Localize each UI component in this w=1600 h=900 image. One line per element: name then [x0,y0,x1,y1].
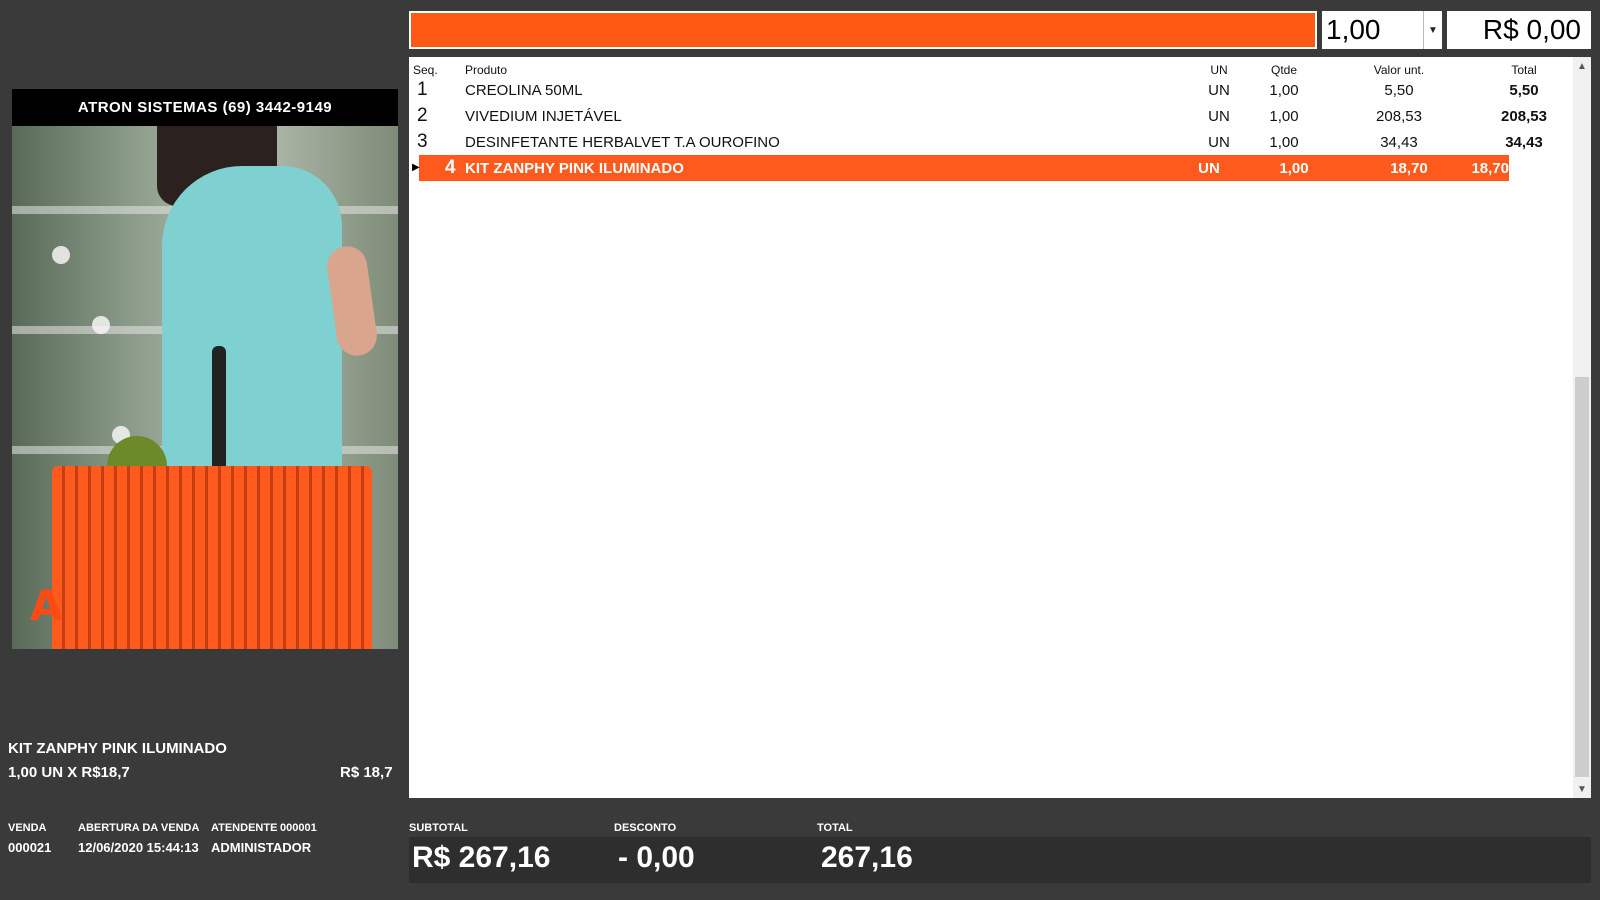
cell-valor-unit: 5,50 [1384,81,1414,99]
cell-total: 18,70 [1471,159,1509,177]
cell-seq: 2 [417,105,428,126]
row-pointer-icon: ▶ [412,162,420,173]
chevron-down-icon[interactable]: ▼ [1423,11,1442,49]
cell-produto: VIVEDIUM INJETÁVEL [465,107,622,125]
venda-value: 000021 [8,840,52,855]
unit-price-display: R$ 0,00 [1447,11,1591,49]
cell-un: UN [1208,81,1230,99]
quantity-value: 1,00 [1326,14,1381,45]
cell-produto: KIT ZANPHY PINK ILUMINADO [465,159,684,177]
cell-qtde: 1,00 [1269,133,1299,151]
table-row[interactable]: 1 CREOLINA 50ML UN 1,00 5,50 5,50 [409,77,1567,103]
cell-produto: CREOLINA 50ML [465,81,583,99]
cell-seq: 3 [417,131,428,152]
current-item-name: KIT ZANPHY PINK ILUMINADO [8,740,227,757]
cell-qtde: 1,00 [1269,81,1299,99]
totals-bar [409,837,1591,883]
cell-qtde: 1,00 [1279,159,1309,177]
cell-qtde: 1,00 [1269,107,1299,125]
abertura-label: ABERTURA DA VENDA [78,822,200,834]
quantity-select[interactable]: 1,00 ▼ [1322,11,1442,49]
barcode-input[interactable] [409,11,1317,49]
cell-valor-unit: 208,53 [1376,107,1422,125]
cell-total: 208,53 [1501,107,1547,125]
scroll-down-icon[interactable]: ▼ [1573,780,1591,798]
table-row-selected[interactable]: ▶ 4 KIT ZANPHY PINK ILUMINADO UN 1,00 18… [412,155,1509,181]
cell-un: UN [1208,133,1230,151]
atendente-code: 000001 [280,822,317,834]
cell-un: UN [1208,107,1230,125]
vertical-scrollbar[interactable]: ▲ ▼ [1573,57,1591,798]
cell-seq: 1 [417,79,428,100]
scroll-thumb[interactable] [1575,377,1589,777]
desconto-label: DESCONTO [614,822,677,834]
total-label: TOTAL [817,822,853,834]
cell-total: 34,43 [1505,133,1543,151]
ad-header: ATRON SISTEMAS (69) 3442-9149 [12,89,398,126]
table-row[interactable]: 2 VIVEDIUM INJETÁVEL UN 1,00 208,53 208,… [409,103,1567,129]
scroll-up-icon[interactable]: ▲ [1573,57,1591,75]
atron-logo-icon: A [30,581,63,630]
current-item-qty-line: 1,00 UN X R$18,7 [8,764,130,781]
items-grid[interactable]: Seq. Produto UN Qtde Valor unt. Total 1 … [409,57,1591,798]
cell-produto: DESINFETANTE HERBALVET T.A OUROFINO [465,133,780,151]
abertura-value: 12/06/2020 15:44:13 [78,840,199,855]
atendente-name: ADMINISTADOR [211,840,312,855]
cell-valor-unit: 34,43 [1380,133,1418,151]
total-value: 267,16 [821,841,913,874]
shopping-woman-image: A [12,126,398,649]
cell-total: 5,50 [1509,81,1539,99]
current-item-price: R$ 18,7 [340,764,393,781]
cell-un: UN [1198,159,1220,177]
desconto-value: - 0,00 [618,841,695,874]
ad-panel: ATRON SISTEMAS (69) 3442-9149 A [12,89,398,649]
atendente-label: ATENDENTE [211,822,278,834]
venda-label: VENDA [8,822,47,834]
subtotal-label: SUBTOTAL [409,822,468,834]
subtotal-value: R$ 267,16 [412,841,551,874]
unit-price-value: R$ 0,00 [1482,14,1581,45]
table-row[interactable]: 3 DESINFETANTE HERBALVET T.A OUROFINO UN… [409,129,1567,155]
